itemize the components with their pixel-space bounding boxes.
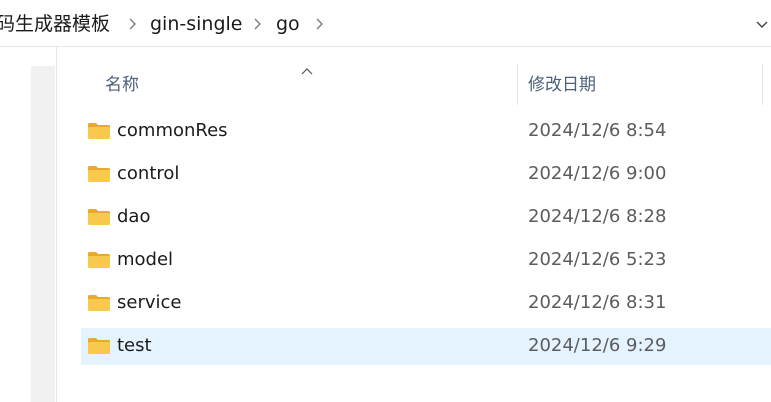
folder-icon [87,251,111,269]
file-row-dao[interactable]: dao 2024/12/6 8:28 [81,199,771,236]
file-date-modified: 2024/12/6 5:23 [528,249,667,270]
file-date-modified: 2024/12/6 8:31 [528,292,667,313]
file-date-modified: 2024/12/6 8:28 [528,206,667,227]
file-name: dao [117,206,151,227]
file-row-test[interactable]: test 2024/12/6 9:29 [81,328,771,365]
sort-ascending-icon [300,61,314,75]
chevron-down-icon[interactable] [754,14,770,34]
folder-icon [87,122,111,140]
file-row-model[interactable]: model 2024/12/6 5:23 [81,242,771,279]
column-header-date-modified[interactable]: 修改日期 [528,74,596,96]
breadcrumb-item-go[interactable]: go [276,12,300,36]
file-name: control [117,163,180,184]
column-divider[interactable] [762,64,763,105]
chevron-right-icon[interactable] [251,14,265,34]
file-name: commonRes [117,120,228,141]
file-date-modified: 2024/12/6 9:00 [528,163,667,184]
file-name: test [117,335,152,356]
folder-icon [87,165,111,183]
pane-splitter[interactable] [56,47,57,402]
file-date-modified: 2024/12/6 9:29 [528,335,667,356]
file-date-modified: 2024/12/6 8:54 [528,120,667,141]
file-row-commonres[interactable]: commonRes 2024/12/6 8:54 [81,113,771,150]
column-divider[interactable] [517,64,518,105]
file-name: service [117,292,182,313]
folder-icon [87,294,111,312]
file-name: model [117,249,174,270]
file-row-control[interactable]: control 2024/12/6 9:00 [81,156,771,193]
chevron-right-icon[interactable] [126,14,140,34]
breadcrumb-item-gin-single[interactable]: gin-single [150,12,243,36]
address-bar[interactable]: 码生成器模板 gin-single go [0,0,771,47]
file-row-service[interactable]: service 2024/12/6 8:31 [81,285,771,322]
column-header-name[interactable]: 名称 [105,74,139,96]
folder-icon [87,208,111,226]
folder-icon [87,337,111,355]
breadcrumb-item-template[interactable]: 码生成器模板 [0,12,110,36]
navigation-pane-scrollbar[interactable] [31,66,55,402]
chevron-right-icon[interactable] [313,14,327,34]
